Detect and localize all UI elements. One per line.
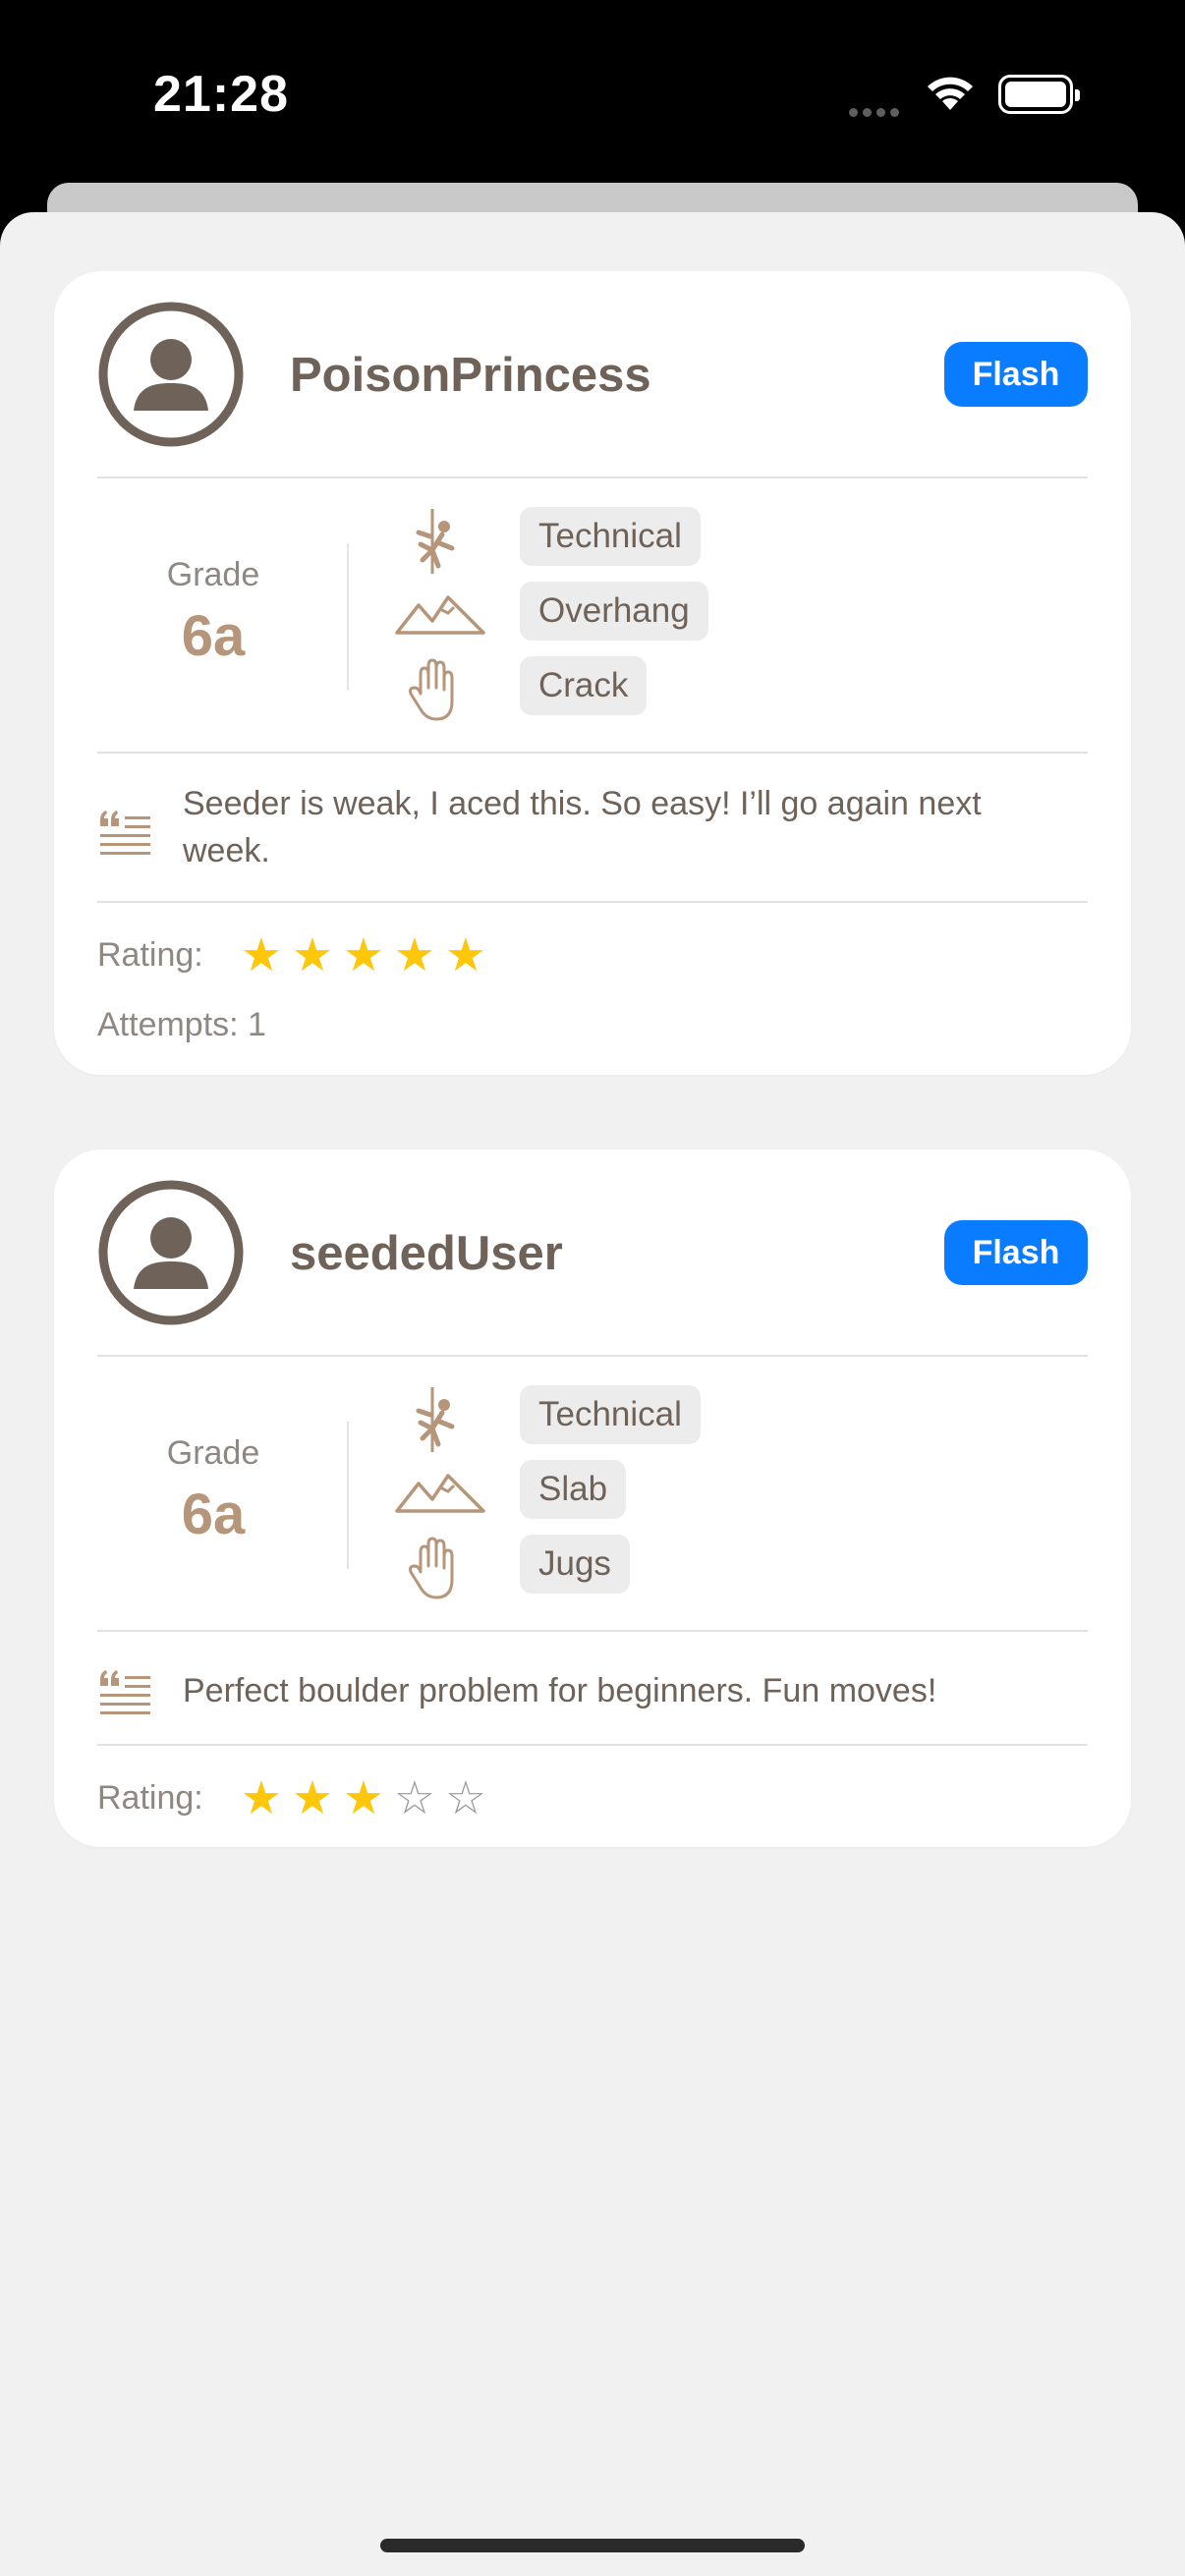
star-rating: ★ ★ ★ ☆ ☆ xyxy=(237,1774,492,1821)
mountains-icon xyxy=(395,1474,485,1513)
climber-icon xyxy=(416,1387,455,1452)
mountains-icon xyxy=(395,595,485,635)
grade-value: 6a xyxy=(181,1483,246,1546)
vertical-divider xyxy=(347,543,349,691)
grade-label: Grade xyxy=(166,556,260,593)
divider xyxy=(97,752,1088,754)
star-filled-icon: ★ xyxy=(240,1771,285,1823)
rating-label: Rating: xyxy=(97,1779,203,1817)
status-time: 21:28 xyxy=(153,66,289,123)
climber-icon xyxy=(416,509,455,574)
star-empty-icon: ☆ xyxy=(444,1771,489,1823)
tag-slab: Slab xyxy=(520,1460,627,1519)
comment-quote-icon xyxy=(100,1670,150,1714)
star-filled-icon: ★ xyxy=(291,1771,336,1823)
star-empty-icon: ☆ xyxy=(393,1771,438,1823)
vertical-divider xyxy=(347,1422,349,1569)
tag-technical: Technical xyxy=(520,507,701,566)
review-username[interactable]: seededUser xyxy=(290,1226,563,1281)
flash-badge: Flash xyxy=(944,1220,1088,1285)
star-rating: ★ ★ ★ ★ ★ xyxy=(237,931,492,979)
tag-jugs: Jugs xyxy=(520,1535,630,1594)
star-filled-icon: ★ xyxy=(240,928,285,980)
review-username[interactable]: PoisonPrincess xyxy=(290,348,651,403)
star-filled-icon: ★ xyxy=(342,1771,387,1823)
user-avatar-icon xyxy=(98,1180,244,1325)
battery-icon xyxy=(998,75,1080,114)
star-filled-icon: ★ xyxy=(342,928,387,980)
rating-label: Rating: xyxy=(97,936,203,974)
review-comment: Perfect boulder problem for beginners. F… xyxy=(183,1672,937,1709)
review-comment: Seeder is weak, I aced this. So easy! I’… xyxy=(183,785,982,869)
home-indicator[interactable] xyxy=(380,2539,805,2552)
user-avatar-icon xyxy=(98,302,244,447)
star-filled-icon: ★ xyxy=(444,928,489,980)
cellular-signal-icon xyxy=(849,104,904,122)
attempts-count: Attempts: 1 xyxy=(97,1006,266,1043)
star-filled-icon: ★ xyxy=(291,928,336,980)
grade-value: 6a xyxy=(181,604,246,668)
review-card: seededUser Flash Grade 6a Technical Slab… xyxy=(54,1149,1131,1847)
review-card: PoisonPrincess Flash Grade 6a Technical … xyxy=(54,271,1131,1075)
divider xyxy=(97,1744,1088,1746)
grade-label: Grade xyxy=(166,1434,260,1472)
star-filled-icon: ★ xyxy=(393,928,438,980)
hand-icon xyxy=(409,658,454,721)
wifi-icon xyxy=(928,77,973,110)
tag-technical: Technical xyxy=(520,1385,701,1444)
tag-overhang: Overhang xyxy=(520,582,708,641)
reviews-sheet[interactable]: PoisonPrincess Flash Grade 6a Technical … xyxy=(0,212,1185,2576)
tag-crack: Crack xyxy=(520,656,648,715)
flash-badge: Flash xyxy=(944,342,1088,407)
status-bar: 21:28 xyxy=(0,0,1185,187)
divider xyxy=(97,1630,1088,1632)
divider xyxy=(97,1355,1088,1357)
divider xyxy=(97,476,1088,478)
comment-quote-icon xyxy=(100,811,150,855)
divider xyxy=(97,901,1088,903)
hand-icon xyxy=(409,1537,454,1599)
